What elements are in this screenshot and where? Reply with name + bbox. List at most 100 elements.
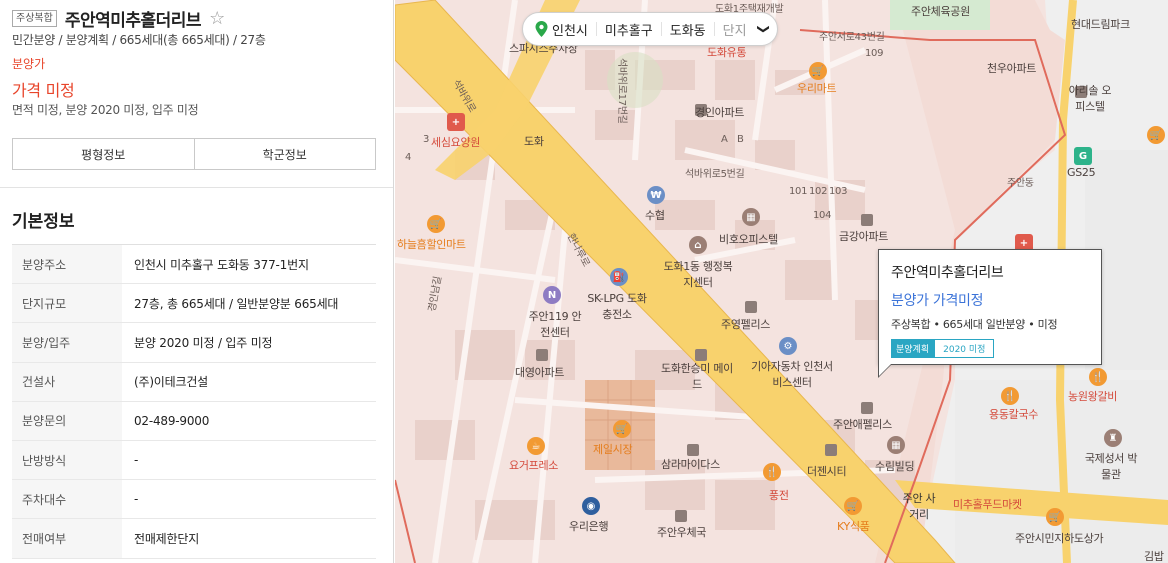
restaurant-icon[interactable]: 🍴	[763, 463, 781, 481]
map-label: 도화유통	[707, 46, 747, 59]
row-value: 인천시 미추홀구 도화동 377-1번지	[134, 257, 309, 272]
apartment-marker[interactable]	[825, 444, 837, 456]
mart-icon[interactable]: 🛒	[1046, 508, 1064, 526]
map-label: 우리마트	[797, 82, 837, 95]
museum-icon[interactable]: ♜	[1104, 429, 1122, 447]
map-label: 기아자동차 인천서비스센터	[751, 360, 833, 389]
car-service-icon[interactable]: ⚙	[779, 337, 797, 355]
info-tab-buttons: 평형정보 학군정보	[12, 138, 376, 170]
map-label: 주안119 안전센터	[528, 310, 582, 339]
map-label: 비호오피스텔	[719, 233, 778, 246]
map-label: 석바위로17번길	[616, 58, 627, 124]
school-info-button[interactable]: 학군정보	[193, 139, 375, 169]
fire-station-icon[interactable]: N	[543, 286, 561, 304]
row-value: 27층, 총 665세대 / 일반분양분 665세대	[134, 296, 339, 311]
popup-pointer-inner	[879, 364, 891, 376]
map-label: 현대드림파크	[1071, 18, 1130, 31]
hospital-icon[interactable]: +	[447, 113, 465, 131]
mart-icon[interactable]: 🛒	[1147, 126, 1165, 144]
bank-icon[interactable]: ◉	[582, 497, 600, 515]
map-label: 주안체육공원	[911, 5, 970, 18]
schedule-meta: 면적 미정, 분양 2020 미정, 입주 미정	[12, 103, 199, 117]
restaurant-icon[interactable]: 🍴	[1089, 368, 1107, 386]
basic-info-table: 분양주소 인천시 미추홀구 도화동 377-1번지 단지규모 27층, 총 66…	[12, 244, 376, 559]
map-label: 대영아파트	[515, 366, 565, 379]
bank-icon[interactable]: ₩	[647, 186, 665, 204]
chevron-down-icon[interactable]: ❯	[757, 24, 771, 34]
popup-title: 주안역미추홀더리브	[891, 265, 1004, 281]
map-label: 주안동	[1007, 178, 1034, 189]
apartment-marker[interactable]	[861, 214, 873, 226]
map-label: 풍전	[769, 489, 789, 502]
row-key: 건설사	[12, 362, 122, 401]
map-label: 삼라마이다스	[661, 458, 720, 471]
map-label: GS25	[1067, 166, 1096, 179]
gas-station-icon[interactable]: ⛽	[610, 268, 628, 286]
map-label: B	[737, 134, 744, 145]
title-row: 주상복합 주안역미추홀더리브 ☆	[12, 6, 225, 31]
divider	[0, 187, 393, 188]
mart-icon[interactable]: 🛒	[427, 215, 445, 233]
row-key: 주차대수	[12, 480, 122, 519]
map-label: 아리솔 오피스텔	[1068, 84, 1112, 113]
market-icon[interactable]: 🛒	[613, 420, 631, 438]
convenience-store-icon[interactable]: G	[1074, 147, 1092, 165]
restaurant-icon[interactable]: 🍴	[1001, 387, 1019, 405]
map-label: 3	[423, 134, 430, 145]
row-value: -	[134, 453, 139, 468]
apartment-marker[interactable]	[745, 301, 757, 313]
location-breadcrumb: 인천시 미추홀구 도화동 단지 ❯	[522, 12, 778, 46]
map-info-popup[interactable]: 주안역미추홀더리브 분양가 가격미정 주상복합 • 665세대 일반분양 • 미…	[878, 249, 1102, 365]
map-label: 도화	[524, 135, 544, 148]
district-selector[interactable]: 미추홀구	[597, 20, 661, 39]
row-key: 난방방식	[12, 440, 122, 480]
mart-icon[interactable]: 🛒	[844, 497, 862, 515]
apartment-marker[interactable]	[675, 510, 687, 522]
map-label: 주안애펠리스	[833, 418, 892, 431]
map-label: 천우아파트	[987, 62, 1037, 75]
building-icon[interactable]: ▦	[887, 436, 905, 454]
map-label: 주안 사거리	[902, 492, 936, 521]
map-label: 104	[813, 210, 832, 221]
dong-selector[interactable]: 도화동	[662, 20, 714, 39]
apartment-marker[interactable]	[536, 349, 548, 361]
map-label: 용동칼국수	[989, 408, 1039, 421]
mart-icon[interactable]: 🛒	[809, 62, 827, 80]
map-label: 4	[405, 152, 412, 163]
popup-price: 분양가 가격미정	[891, 293, 984, 309]
map-label: 하늘흠할인마트	[397, 238, 466, 251]
type-badge: 주상복합	[12, 10, 57, 27]
table-row: 단지규모 27층, 총 665세대 / 일반분양분 665세대	[12, 284, 376, 324]
map-label: SK-LPG 도화충전소	[587, 292, 647, 321]
map-label: 수협	[645, 209, 665, 222]
row-key: 단지규모	[12, 284, 122, 323]
city-selector[interactable]: 인천시	[548, 20, 596, 39]
map-label: 109	[865, 48, 884, 59]
row-value: -	[134, 492, 139, 507]
price-value: 가격 미정	[12, 81, 75, 100]
map-label: 경인아파트	[695, 106, 745, 119]
map-label: 주영펠리스	[721, 318, 771, 331]
status-badge: 분양계획	[891, 339, 935, 358]
popup-tags: 분양계획 2020 미정	[891, 339, 1089, 358]
floor-plan-info-button[interactable]: 평형정보	[13, 139, 194, 169]
favorite-star-icon[interactable]: ☆	[209, 8, 225, 29]
map-label: A	[721, 134, 728, 145]
row-key: 분양주소	[12, 245, 122, 284]
map-label: 석바위로5번길	[685, 169, 745, 180]
map-canvas[interactable]: 🛒 + ₩ ▦ ⌂ 🛒 ⛽ N ⚙ 🛒 ☕ 🍴 🛒 ◉ 🍴 🍴 ♜ 🛒 🛒 G …	[395, 0, 1168, 563]
complex-selector[interactable]: 단지	[715, 20, 755, 39]
price-label: 분양가	[12, 57, 46, 71]
sale-summary: 민간분양 / 분양계획 / 665세대(총 665세대) / 27층	[12, 33, 266, 47]
map-label: 우리은행	[569, 520, 609, 533]
apartment-marker[interactable]	[861, 402, 873, 414]
popup-description: 주상복합 • 665세대 일반분양 • 미정	[891, 318, 1058, 331]
row-key: 전매여부	[12, 519, 122, 558]
apartment-marker[interactable]	[687, 444, 699, 456]
building-icon[interactable]: ▦	[742, 208, 760, 226]
cafe-icon[interactable]: ☕	[527, 437, 545, 455]
row-value: (주)이테크건설	[134, 375, 209, 390]
government-office-icon[interactable]: ⌂	[689, 236, 707, 254]
table-row: 주차대수 -	[12, 480, 376, 520]
location-pin-icon	[535, 21, 548, 37]
